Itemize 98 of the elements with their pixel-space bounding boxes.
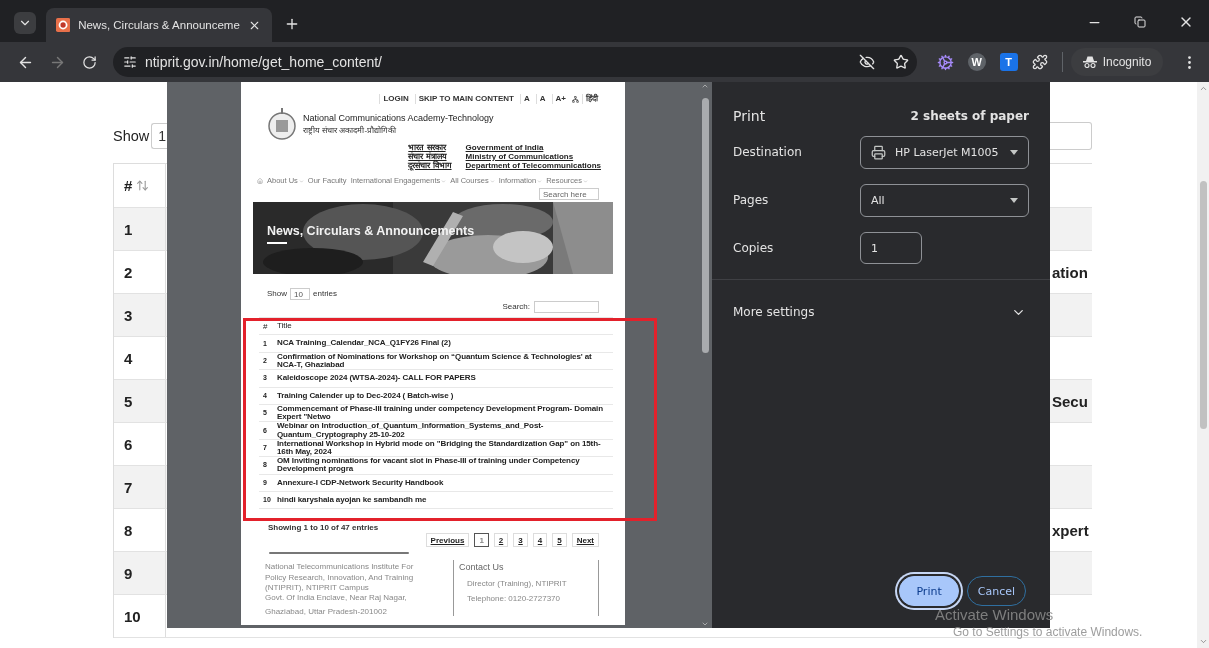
- header-link[interactable]: LOGIN: [379, 94, 412, 104]
- field-label: Destination: [733, 145, 802, 159]
- header-link[interactable]: A+: [551, 94, 569, 104]
- contact-text: Director (Training), NTIPRIT: [467, 578, 568, 588]
- government-link[interactable]: Ministry of Communications: [465, 152, 601, 161]
- emblem-icon: [267, 106, 297, 142]
- search-field[interactable]: [534, 301, 599, 313]
- printer-icon: [871, 144, 886, 160]
- extension-icon[interactable]: T: [999, 53, 1018, 71]
- tab-search-button[interactable]: [14, 12, 36, 34]
- destination-select[interactable]: HP LaserJet M1005: [860, 135, 1029, 169]
- scroll-down-icon[interactable]: [701, 620, 709, 628]
- table-cell: 2: [114, 251, 166, 293]
- entries-info: Showing 1 to 10 of 47 entries: [268, 523, 380, 533]
- column-header[interactable]: Title: [274, 322, 292, 331]
- search-field[interactable]: Search here: [539, 188, 599, 200]
- entries-label: entries: [313, 289, 338, 299]
- site-name-hindi: राष्ट्रीय संचार अकादमी-प्रौद्योगिकी: [303, 125, 398, 135]
- government-link[interactable]: भारत सरकार: [408, 143, 452, 152]
- table-cell-text: Confirmation of Nominations for Workshop on “Quantum Science & Technologies' at NCA-T, Ghaziabad: [276, 352, 593, 370]
- show-label: Show: [113, 128, 150, 144]
- header-link[interactable]: हिंदी: [582, 94, 601, 104]
- tab-title: News, Circulars & Announceme: [78, 19, 240, 31]
- table-cell: 7: [114, 466, 166, 508]
- more-settings-button[interactable]: More settings: [712, 280, 1050, 344]
- field-label: Copies: [733, 241, 774, 255]
- favicon-icon: [56, 17, 71, 33]
- sheet-count: 2 sheets of paper: [910, 109, 1029, 123]
- extensions-icon[interactable]: [1031, 54, 1048, 70]
- gear-icon[interactable]: [936, 53, 954, 71]
- table-cell: 3: [114, 294, 166, 336]
- url-text: ntiprit.gov.in/home/get_home_content/: [144, 54, 383, 70]
- search-field[interactable]: [1050, 122, 1092, 150]
- table-cell: 8: [114, 509, 166, 551]
- table-cell: Secu: [1052, 392, 1088, 410]
- site-name: National Communications Academy-Technology: [303, 113, 494, 124]
- government-link[interactable]: Department of Telecommunications: [465, 161, 601, 170]
- pagination-button[interactable]: 2: [493, 533, 509, 548]
- watermark-text: Go to Settings to activate Windows.: [953, 625, 1143, 639]
- table-cell: 9: [114, 552, 166, 594]
- copies-field[interactable]: 1: [860, 232, 922, 264]
- table-cell-text: NCA Training_Calendar_NCA_Q1FY26 Final (2): [276, 339, 451, 348]
- table-cell-text: Annexure-I CDP-Network Security Handbook: [276, 478, 444, 487]
- table-cell: xpert: [1052, 521, 1089, 539]
- dialog-title: Print: [733, 108, 766, 124]
- table-cell-text: OM Inviting nominations for vacant slot in Phase-III of training under Competency Development progra: [276, 456, 581, 474]
- table-cell-text: hindi karyshala ayojan ke sambandh me: [276, 495, 427, 505]
- contact-title: Contact Us: [459, 562, 505, 573]
- address-text: Policy Research, Innovation, And Training: [265, 572, 415, 582]
- table-cell: 6: [114, 423, 166, 465]
- show-label: Show: [267, 289, 287, 299]
- government-link[interactable]: संचार मंत्रालय: [408, 152, 452, 161]
- pagination-button[interactable]: 4: [532, 533, 548, 548]
- scroll-up-icon[interactable]: [701, 82, 709, 90]
- sitemap-icon: [572, 95, 579, 103]
- incognito-button[interactable]: Incognito: [1070, 48, 1164, 76]
- browser-tab[interactable]: News, Circulars & Announceme: [46, 8, 272, 42]
- table-cell-text: Training Calender up to Dec-2024 ( Batch-wise ): [276, 391, 454, 400]
- search-label: Search:: [502, 302, 530, 312]
- scrollbar[interactable]: [700, 82, 710, 628]
- table-cell: 10: [114, 595, 166, 637]
- table-cell: 5: [114, 380, 166, 422]
- address-text: National Telecommunications Institute For: [265, 562, 415, 572]
- address-text: Ghaziabad, Uttar Pradesh-201002: [265, 607, 388, 617]
- site-info-icon[interactable]: [122, 55, 137, 69]
- pagination-button[interactable]: Next: [571, 533, 599, 548]
- government-link[interactable]: दूरसंचार विभाग: [408, 161, 452, 170]
- table-cell: 4: [114, 337, 166, 379]
- header-link[interactable]: SKIP TO MAIN CONTENT: [414, 94, 517, 104]
- table-cell: ation: [1052, 263, 1088, 281]
- pagination-button[interactable]: 5: [552, 533, 567, 548]
- pagination-button[interactable]: 3: [513, 533, 528, 548]
- pages-select[interactable]: All: [860, 183, 1029, 217]
- header-link[interactable]: A: [520, 94, 533, 104]
- address-text: (NTIPRIT), NTIPRIT Campus: [265, 582, 370, 593]
- extension-icon[interactable]: W: [967, 53, 986, 71]
- eye-off-icon[interactable]: [858, 54, 875, 70]
- contact-text: Telephone: 0120-2727370: [467, 594, 561, 604]
- government-link[interactable]: Government of India: [465, 143, 601, 152]
- sort-icon: [136, 179, 150, 192]
- table-cell: 1: [114, 208, 166, 250]
- column-header[interactable]: #: [259, 321, 274, 331]
- incognito-icon: [1082, 56, 1097, 68]
- star-icon[interactable]: [892, 54, 909, 70]
- column-header[interactable]: #: [114, 164, 166, 207]
- address-text: Govt. Of India Enclave, Near Raj Nagar,: [265, 593, 408, 603]
- caret-icon: [1010, 197, 1018, 203]
- table-cell-text: International Workshop in Hybrid mode on "Bridging the Standardization Gap" on 15th- 16th May, 2024: [276, 439, 602, 457]
- table-cell-text: Commencemant of Phase-III training under competency Development Program- Domain Expert "Netwo: [276, 404, 604, 422]
- field-label: Pages: [733, 193, 769, 207]
- table-cell-text: Kaleidoscope 2024 (WTSA-2024)- CALL FOR PAPERS: [276, 374, 476, 383]
- entries-select[interactable]: 10: [290, 288, 310, 300]
- pagination-button[interactable]: 1: [474, 533, 489, 548]
- header-link[interactable]: A: [535, 94, 549, 104]
- caret-icon: [1010, 149, 1018, 155]
- address-bar[interactable]: ntiprit.gov.in/home/get_home_content/: [112, 47, 917, 77]
- pagination-button[interactable]: Previous: [425, 533, 470, 548]
- table-cell-text: Webinar on Introduction_of_Quantum_Information_Systems_and_Post-Quantum_Cryptography 25-10-202: [276, 422, 545, 439]
